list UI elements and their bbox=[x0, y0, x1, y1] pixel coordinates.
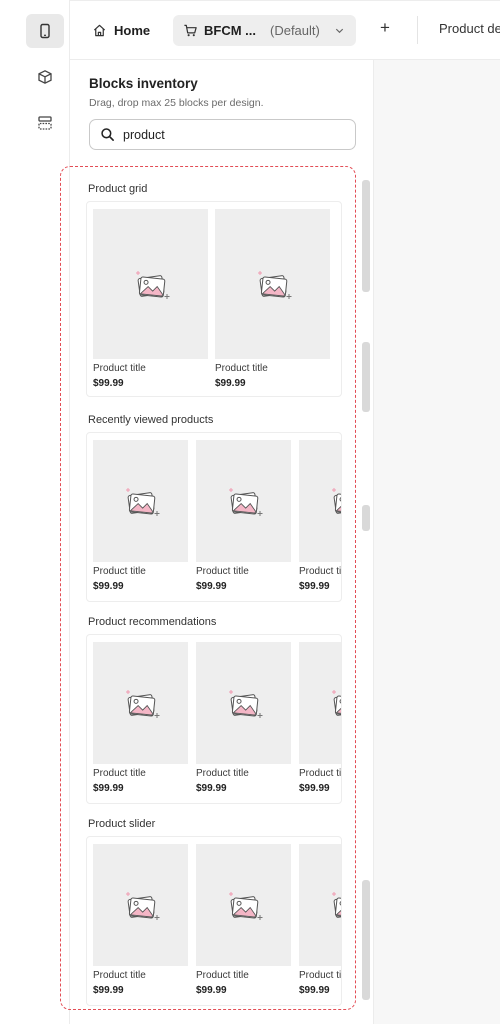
cart-icon bbox=[184, 24, 197, 37]
product-card: Product title $99.99 bbox=[196, 440, 291, 592]
block-product-slider[interactable]: Product title $99.99 Product title $99.99 … bbox=[86, 836, 342, 1006]
section-title: Recently viewed products bbox=[88, 414, 214, 426]
app-window: Home BFCM ... (Default) + Product de Blo… bbox=[0, 0, 500, 1024]
image-placeholder-icon bbox=[125, 892, 159, 920]
tab-product-detail[interactable]: Product de bbox=[439, 21, 500, 36]
top-bar: Home BFCM ... (Default) + Product de bbox=[70, 0, 500, 60]
section-title: Product grid bbox=[88, 183, 148, 195]
product-title: Product title bbox=[93, 970, 146, 981]
product-price: $99.99 bbox=[299, 783, 330, 794]
image-placeholder-icon bbox=[331, 488, 341, 515]
product-card: Product title $99.99 bbox=[93, 440, 188, 592]
blocks-list: Product grid Product title $99.99 Product… bbox=[60, 166, 356, 1010]
product-image-placeholder bbox=[93, 440, 188, 562]
image-placeholder-icon bbox=[228, 892, 262, 920]
scrollbar[interactable] bbox=[362, 180, 370, 1000]
product-image-placeholder bbox=[93, 844, 188, 966]
product-title: Product title bbox=[196, 768, 249, 779]
product-image-placeholder bbox=[299, 440, 341, 562]
scrollbar-thumb[interactable] bbox=[362, 180, 370, 292]
product-image-placeholder bbox=[196, 440, 291, 562]
divider bbox=[70, 0, 500, 1]
tab-home-label: Home bbox=[114, 22, 151, 38]
product-price: $99.99 bbox=[93, 783, 124, 794]
scrollbar-thumb[interactable] bbox=[362, 505, 370, 531]
product-title: Product title bbox=[299, 566, 342, 577]
product-card: Product title $99.99 bbox=[93, 844, 188, 996]
search-icon bbox=[101, 128, 114, 141]
product-title: Product title bbox=[93, 363, 146, 374]
chevron-down-icon[interactable] bbox=[334, 25, 345, 36]
image-placeholder-icon bbox=[135, 271, 169, 299]
panel-subtitle: Drag, drop max 25 blocks per design. bbox=[89, 97, 264, 109]
product-image-placeholder bbox=[196, 844, 291, 966]
design-name: BFCM ... bbox=[204, 23, 256, 38]
product-card: Product title $99.99 bbox=[93, 642, 188, 794]
product-image-placeholder bbox=[299, 642, 341, 764]
scrollbar-thumb[interactable] bbox=[362, 342, 370, 412]
design-canvas[interactable] bbox=[374, 60, 500, 1024]
product-price: $99.99 bbox=[93, 985, 124, 996]
product-card: Product title $99.99 bbox=[299, 440, 342, 592]
design-status: (Default) bbox=[270, 23, 320, 38]
tab-divider bbox=[417, 16, 418, 44]
mobile-icon bbox=[40, 23, 50, 39]
product-card: Product title $99.99 bbox=[215, 209, 330, 389]
product-price: $99.99 bbox=[299, 581, 330, 592]
image-placeholder-icon bbox=[228, 690, 262, 718]
add-tab-button[interactable]: + bbox=[380, 18, 390, 38]
product-title: Product title bbox=[196, 970, 249, 981]
mobile-view-button[interactable] bbox=[26, 14, 64, 48]
home-icon bbox=[93, 24, 106, 36]
product-title: Product title bbox=[215, 363, 268, 374]
image-placeholder-icon bbox=[125, 488, 159, 516]
blocks-panel: Blocks inventory Drag, drop max 25 block… bbox=[60, 60, 374, 1024]
product-title: Product title bbox=[299, 768, 342, 779]
product-price: $99.99 bbox=[215, 378, 246, 389]
layout-icon bbox=[38, 116, 52, 130]
scrollbar-thumb[interactable] bbox=[362, 880, 370, 1000]
product-title: Product title bbox=[93, 768, 146, 779]
image-placeholder-icon bbox=[228, 488, 262, 516]
product-image-placeholder bbox=[93, 642, 188, 764]
product-price: $99.99 bbox=[93, 378, 124, 389]
product-card: Product title $99.99 bbox=[196, 642, 291, 794]
search-input[interactable] bbox=[123, 127, 343, 142]
product-image-placeholder bbox=[215, 209, 330, 359]
product-price: $99.99 bbox=[196, 783, 227, 794]
tab-design[interactable]: BFCM ... (Default) bbox=[173, 15, 356, 46]
product-title: Product title bbox=[93, 566, 146, 577]
section-title: Product recommendations bbox=[88, 616, 217, 628]
block-recently-viewed-products[interactable]: Product title $99.99 Product title $99.99 … bbox=[86, 432, 342, 602]
image-placeholder-icon bbox=[257, 271, 291, 299]
product-price: $99.99 bbox=[196, 581, 227, 592]
product-title: Product title bbox=[299, 970, 342, 981]
block-product-recommendations[interactable]: Product title $99.99 Product title $99.99 … bbox=[86, 634, 342, 804]
product-price: $99.99 bbox=[93, 581, 124, 592]
panel-title: Blocks inventory bbox=[89, 76, 198, 91]
product-image-placeholder bbox=[196, 642, 291, 764]
block-product-grid[interactable]: Product title $99.99 Product title $99.99 bbox=[86, 201, 342, 397]
image-placeholder-icon bbox=[331, 892, 341, 919]
product-image-placeholder bbox=[299, 844, 341, 966]
product-image-placeholder bbox=[93, 209, 208, 359]
box-icon bbox=[38, 70, 52, 84]
layout-button[interactable] bbox=[26, 106, 64, 140]
product-card: Product title $99.99 bbox=[196, 844, 291, 996]
product-price: $99.99 bbox=[299, 985, 330, 996]
section-title: Product slider bbox=[88, 818, 156, 830]
product-card: Product title $99.99 bbox=[299, 844, 342, 996]
search-field[interactable] bbox=[89, 119, 356, 150]
product-price: $99.99 bbox=[196, 985, 227, 996]
product-card: Product title $99.99 bbox=[299, 642, 342, 794]
image-placeholder-icon bbox=[331, 690, 341, 717]
blocks-button[interactable] bbox=[26, 60, 64, 94]
tab-home[interactable]: Home bbox=[92, 18, 150, 42]
product-card: Product title $99.99 bbox=[93, 209, 208, 389]
product-title: Product title bbox=[196, 566, 249, 577]
image-placeholder-icon bbox=[125, 690, 159, 718]
